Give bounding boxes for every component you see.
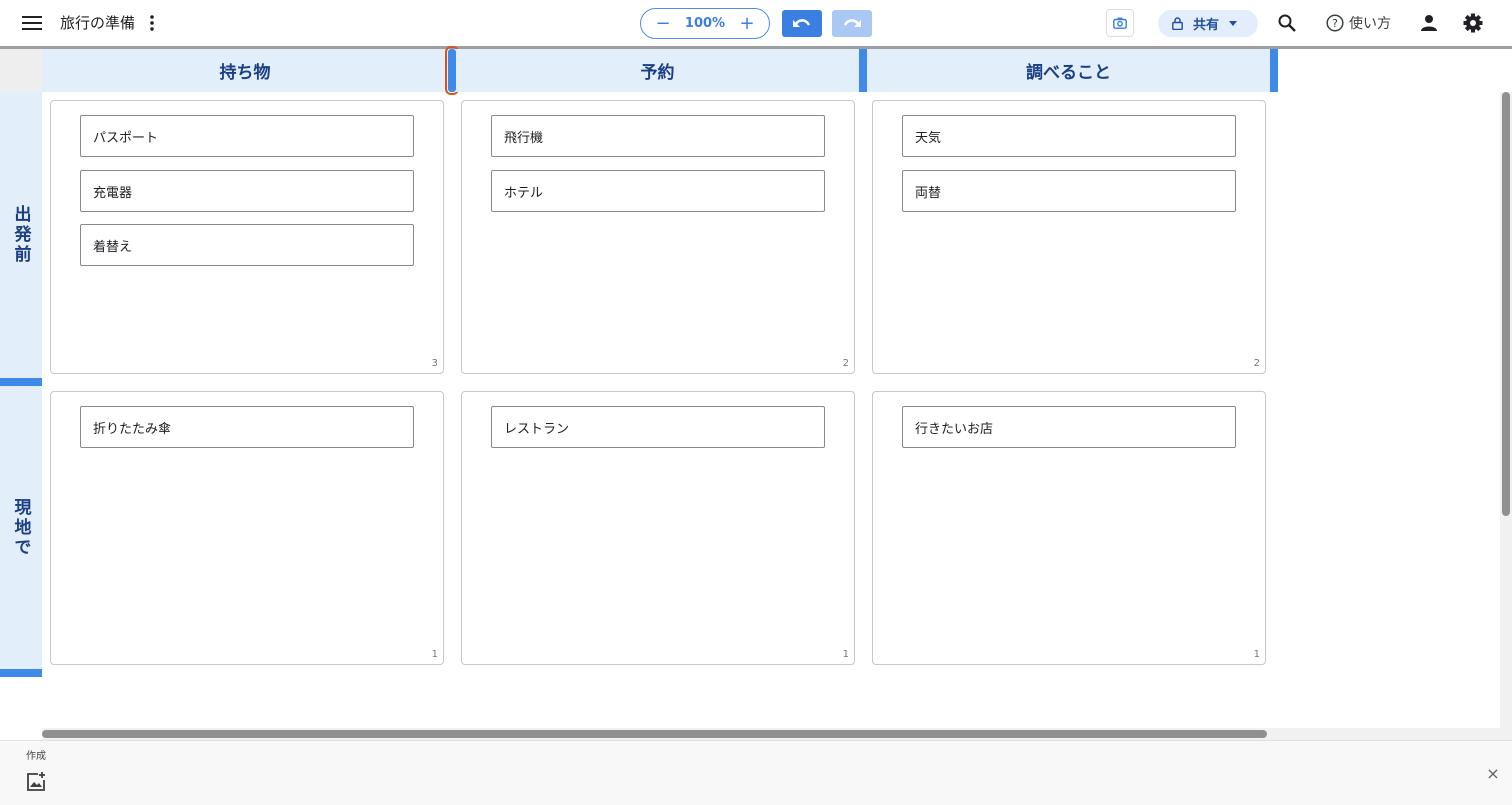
card-count: 1	[431, 649, 438, 660]
card[interactable]: パスポート	[80, 115, 414, 157]
vertical-scrollbar-thumb[interactable]	[1502, 92, 1510, 516]
card-count: 2	[842, 358, 849, 369]
row-title: 出発前	[10, 205, 31, 265]
column-header[interactable]: 予約	[456, 49, 859, 92]
zoom-control: − 100% +	[640, 8, 770, 39]
card[interactable]: 着替え	[80, 224, 414, 266]
board-cell[interactable]: パスポート 充電器 着替え 3	[50, 100, 444, 374]
card[interactable]: 飛行機	[491, 115, 825, 157]
help-label: 使い方	[1349, 16, 1391, 32]
undo-button[interactable]	[782, 10, 822, 37]
column-title: 持ち物	[219, 63, 271, 83]
help-button[interactable]: ? 使い方	[1326, 13, 1391, 33]
share-button[interactable]: 共有	[1158, 10, 1258, 37]
card[interactable]: 折りたたみ傘	[80, 406, 414, 448]
board-cell[interactable]: 飛行機 ホテル 2	[461, 100, 855, 374]
zoom-in-button[interactable]: +	[739, 14, 755, 33]
column-resize-handle[interactable]	[859, 49, 867, 92]
zoom-out-button[interactable]: −	[655, 14, 671, 33]
column-title: 調べること	[1026, 63, 1111, 83]
column-header[interactable]: 持ち物	[42, 49, 448, 92]
card[interactable]: レストラン	[491, 406, 825, 448]
board-cell[interactable]: レストラン 1	[461, 391, 855, 665]
card[interactable]: 天気	[902, 115, 1236, 157]
card[interactable]: 充電器	[80, 170, 414, 212]
help-circle-icon: ?	[1326, 14, 1344, 32]
row-title: 現地で	[10, 497, 31, 558]
row-header[interactable]: 出発前	[0, 92, 42, 378]
board-cell[interactable]: 天気 両替 2	[872, 100, 1266, 374]
caret-down-icon	[1229, 21, 1238, 26]
share-label: 共有	[1193, 18, 1220, 33]
column-resize-handle[interactable]	[445, 46, 459, 95]
board-cell[interactable]: 折りたたみ傘 1	[50, 391, 444, 665]
add-image-icon[interactable]	[24, 770, 48, 794]
vertical-dots-icon[interactable]	[143, 11, 161, 35]
row-resize-handle[interactable]	[0, 669, 42, 677]
gear-icon[interactable]	[1462, 12, 1484, 34]
person-icon[interactable]	[1418, 12, 1440, 34]
card-count: 1	[842, 649, 849, 660]
card[interactable]: 両替	[902, 170, 1236, 212]
board-cell[interactable]: 行きたいお店 1	[872, 391, 1266, 665]
snapshot-button[interactable]	[1106, 9, 1134, 37]
card[interactable]: ホテル	[491, 170, 825, 212]
close-panel-button[interactable]: ×	[1484, 764, 1502, 783]
hamburger-icon[interactable]	[20, 11, 44, 35]
horizontal-scrollbar-thumb[interactable]	[42, 730, 1267, 738]
search-icon[interactable]	[1276, 12, 1298, 34]
camera-icon	[1113, 17, 1127, 29]
top-bar: 旅行の準備 − 100% + 共有 ? 使い方	[0, 0, 1512, 46]
board-corner	[0, 49, 42, 92]
card-count: 2	[1253, 358, 1260, 369]
redo-button[interactable]	[832, 10, 872, 37]
document-title[interactable]: 旅行の準備	[60, 13, 135, 33]
column-resize-handle[interactable]	[1270, 49, 1278, 92]
column-title: 予約	[640, 63, 675, 83]
card-count: 1	[1253, 649, 1260, 660]
undo-icon	[793, 18, 811, 27]
card-count: 3	[431, 358, 438, 369]
row-header[interactable]: 現地で	[0, 386, 42, 669]
redo-icon	[843, 18, 861, 27]
row-resize-handle[interactable]	[0, 378, 42, 386]
column-header[interactable]: 調べること	[867, 49, 1270, 92]
zoom-level: 100%	[684, 16, 726, 31]
svg-text:?: ?	[1332, 17, 1338, 30]
card[interactable]: 行きたいお店	[902, 406, 1236, 448]
create-label: 作成	[26, 751, 46, 762]
create-panel	[0, 740, 1512, 805]
lock-icon	[1172, 17, 1183, 30]
